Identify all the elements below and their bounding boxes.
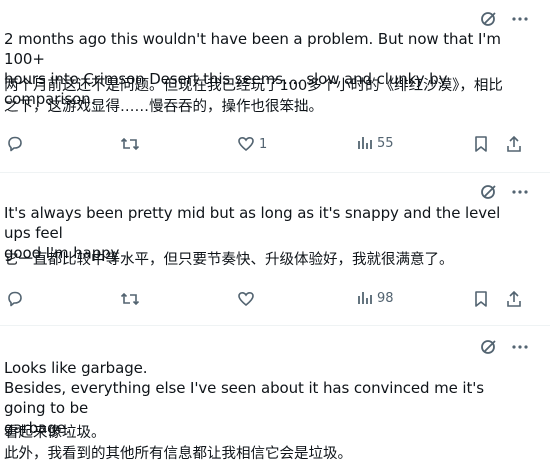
more-icon[interactable] — [512, 17, 528, 21]
grok-icon[interactable] — [480, 183, 498, 201]
bookmark-button[interactable] — [473, 290, 489, 308]
post-2-actions: 98 — [0, 290, 550, 312]
reply-button[interactable] — [6, 290, 24, 308]
reply-icon — [8, 136, 22, 152]
reply-icon — [8, 291, 22, 307]
repost-button[interactable] — [120, 135, 140, 153]
more-icon[interactable] — [512, 345, 528, 349]
like-count: 1 — [259, 136, 268, 152]
bookmark-button[interactable] — [473, 135, 489, 153]
views-icon — [358, 137, 372, 149]
reply-button[interactable] — [6, 135, 24, 153]
like-button[interactable]: 1 — [237, 135, 267, 153]
share-button[interactable] — [506, 290, 522, 308]
grok-icon[interactable] — [480, 338, 498, 356]
repost-button[interactable] — [120, 290, 140, 308]
post-3-text-zh: 看起来像垃圾。 此外，我看到的其他所有信息都让我相信它会是垃圾。 — [4, 425, 352, 462]
share-icon — [507, 135, 521, 152]
bookmark-icon — [475, 291, 487, 307]
views-button[interactable]: 98 — [357, 290, 394, 306]
post-2-text-zh: 它一直都比较中等水平，但只要节奏快、升级体验好，我就很满意了。 — [4, 252, 454, 268]
post-2[interactable]: It's always been pretty mid but as long … — [0, 173, 550, 333]
post-2-top-icons — [480, 183, 528, 201]
share-icon — [507, 290, 521, 307]
post-1-top-icons — [480, 10, 528, 28]
views-count: 55 — [377, 135, 394, 151]
post-1-actions: 1 55 — [0, 135, 550, 157]
post-1-text-zh: 两个月前这还不是问题。但现在我已经玩了100多个小时的《绯红沙漠》，相比 之下，… — [4, 78, 503, 115]
grok-icon[interactable] — [480, 10, 498, 28]
bookmark-icon — [475, 136, 487, 152]
like-icon — [238, 136, 254, 152]
post-3-top-icons — [480, 338, 528, 356]
more-icon[interactable] — [512, 190, 528, 194]
post-1[interactable]: 2 months ago this wouldn't have been a p… — [0, 0, 550, 172]
like-button[interactable] — [237, 290, 259, 308]
repost-icon — [120, 292, 140, 306]
views-button[interactable]: 55 — [357, 135, 394, 151]
like-icon — [238, 291, 254, 307]
post-3[interactable]: Looks like garbage. Besides, everything … — [0, 326, 550, 476]
views-icon — [358, 292, 372, 304]
share-button[interactable] — [506, 135, 522, 153]
views-count: 98 — [377, 290, 394, 306]
repost-icon — [120, 137, 140, 151]
